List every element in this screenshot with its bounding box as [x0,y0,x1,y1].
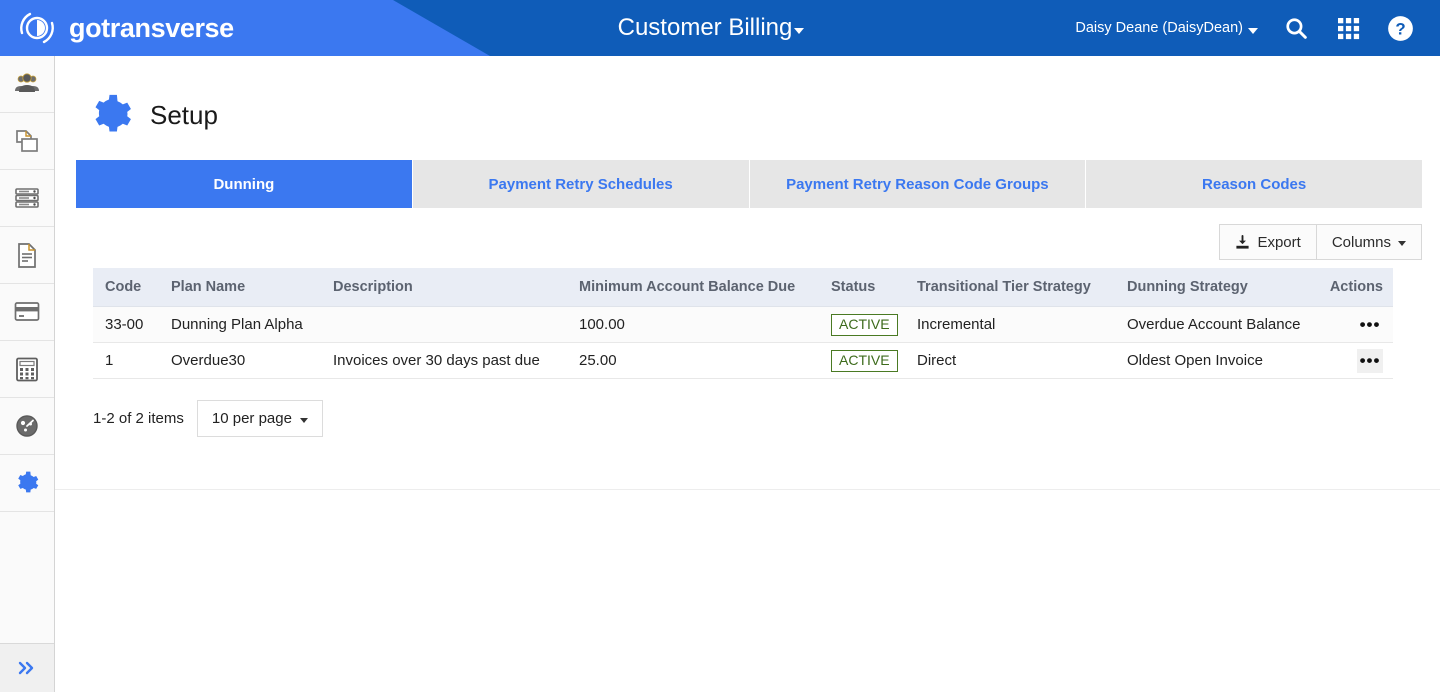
status-badge: ACTIVE [831,349,898,372]
chevron-down-icon [1398,241,1406,246]
tab-bar: Dunning Payment Retry Schedules Payment … [76,160,1422,208]
app-title-dropdown[interactable]: Customer Billing [618,14,805,42]
user-menu[interactable]: Daisy Deane (DaisyDean) [1063,0,1270,56]
export-button[interactable]: Export [1219,224,1317,260]
sidebar-item-setup[interactable] [0,455,54,512]
cell-minimum-account-balance-due: 25.00 [579,342,831,379]
credit-card-icon [14,302,40,321]
page-title: Setup [150,99,218,130]
cell-description: Invoices over 30 days past due [333,342,579,379]
ellipsis-horizontal-icon[interactable]: ••• [1357,348,1383,373]
tab-reason-codes[interactable]: Reason Codes [1086,160,1422,208]
pagination-count: 1-2 of 2 items [93,410,184,427]
sidebar-item-invoices[interactable] [0,227,54,284]
column-header-dunning-strategy[interactable]: Dunning Strategy [1127,268,1327,307]
chevron-down-icon [794,28,805,34]
cell-actions: ••• [1327,342,1393,379]
header-right-actions: Daisy Deane (DaisyDean) ? [1063,0,1426,56]
cell-plan-name: Overdue30 [171,342,333,379]
calculator-icon [16,357,38,381]
people-group-icon [15,73,39,92]
column-header-description[interactable]: Description [333,268,579,307]
app-title-text: Customer Billing [617,14,793,41]
gear-icon [95,94,131,132]
server-stack-icon [15,188,39,208]
column-header-transitional-tier-strategy[interactable]: Transitional Tier Strategy [917,268,1127,307]
cell-minimum-account-balance-due: 100.00 [579,306,831,343]
dunning-plans-table: Code Plan Name Description Minimum Accou… [93,268,1393,379]
sidebar-item-dashboard[interactable] [0,398,54,455]
sidebar-item-customers[interactable] [0,56,54,113]
sidebar-item-products[interactable] [0,113,54,170]
brand-logo[interactable]: gotransverse [16,7,234,49]
page-size-selector[interactable]: 10 per page [196,400,323,437]
sidebar-item-payments[interactable] [0,284,54,341]
copy-documents-icon [16,130,38,152]
help-button[interactable]: ? [1374,0,1426,56]
sidebar-item-accounts[interactable] [0,170,54,227]
main-content: Setup Dunning Payment Retry Schedules Pa… [55,56,1440,692]
user-menu-label: Daisy Deane (DaisyDean) [1075,20,1243,36]
column-header-status[interactable]: Status [831,268,917,307]
export-button-label: Export [1257,233,1301,251]
search-button[interactable] [1270,0,1322,56]
table-header-row: Code Plan Name Description Minimum Accou… [93,268,1393,307]
chevron-down-icon [1248,28,1258,34]
table-header: Code Plan Name Description Minimum Accou… [93,268,1393,307]
column-header-minimum-account-balance-due[interactable]: Minimum Account Balance Due [579,268,831,307]
ellipsis-horizontal-icon[interactable]: ••• [1357,313,1383,337]
cell-status: ACTIVE [831,342,917,379]
cell-status: ACTIVE [831,306,917,343]
left-sidebar [0,56,55,692]
apps-grid-icon [1337,17,1359,39]
cell-code: 1 [93,342,171,379]
gear-icon [18,471,39,493]
columns-button[interactable]: Columns [1316,224,1422,260]
top-header-bar: gotransverse Customer Billing Daisy Dean… [0,0,1440,56]
tab-dunning[interactable]: Dunning [76,160,413,208]
cell-code: 33-00 [93,306,171,343]
cell-transitional-tier-strategy: Incremental [917,306,1127,343]
columns-button-label: Columns [1331,233,1391,251]
download-export-icon [1236,234,1250,249]
table-row[interactable]: 33-00 Dunning Plan Alpha 100.00 ACTIVE I… [93,306,1393,343]
apps-button[interactable] [1322,0,1374,56]
gauge-dashboard-icon [16,415,38,437]
content-card: Setup Dunning Payment Retry Schedules Pa… [55,56,1440,490]
cell-dunning-strategy: Oldest Open Invoice [1127,342,1327,379]
page-header: Setup [88,92,218,138]
page-size-label: 10 per page [211,410,292,427]
column-header-code[interactable]: Code [93,268,171,307]
table-body: 33-00 Dunning Plan Alpha 100.00 ACTIVE I… [93,306,1393,379]
table-row[interactable]: 1 Overdue30 Invoices over 30 days past d… [93,342,1393,379]
tab-payment-retry-schedules[interactable]: Payment Retry Schedules [412,160,750,208]
search-icon [1285,17,1307,39]
help-circle-icon: ? [1387,15,1413,41]
gotransverse-circle-logo-icon [20,12,54,44]
cell-plan-name: Dunning Plan Alpha [171,306,333,343]
cell-description [333,306,579,343]
cell-transitional-tier-strategy: Direct [917,342,1127,379]
brand-logo-text: gotransverse [69,13,234,43]
double-chevron-right-icon [18,661,34,675]
document-file-icon [18,243,36,268]
sidebar-item-billing[interactable] [0,341,54,398]
svg-text:?: ? [1395,19,1405,38]
chevron-down-icon [299,417,308,423]
table-toolbar: Export Columns [1219,224,1422,260]
column-header-plan-name[interactable]: Plan Name [171,268,333,307]
tab-payment-retry-reason-code-groups[interactable]: Payment Retry Reason Code Groups [749,160,1087,208]
status-badge: ACTIVE [831,313,898,336]
sidebar-expand-toggle[interactable] [0,643,54,692]
pagination: 1-2 of 2 items 10 per page [93,400,323,437]
cell-actions: ••• [1327,306,1393,343]
column-header-actions: Actions [1327,268,1393,307]
cell-dunning-strategy: Overdue Account Balance [1127,306,1327,343]
